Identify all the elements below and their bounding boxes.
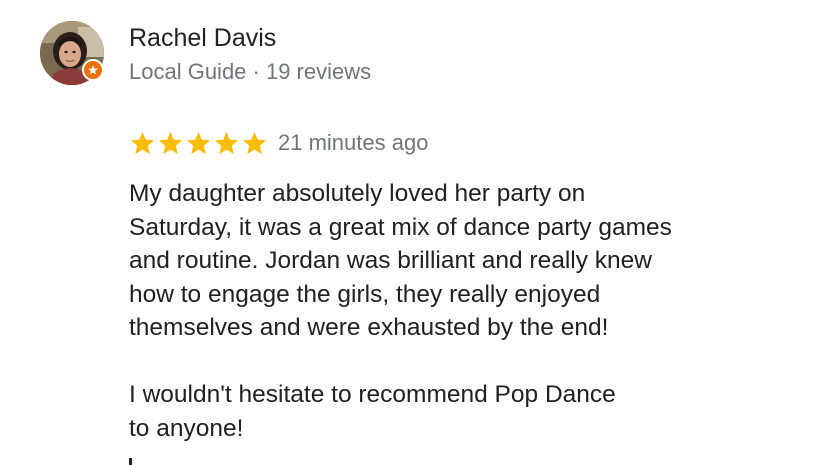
local-guide-star-icon	[82, 59, 104, 81]
rating-row: 21 minutes ago	[129, 128, 428, 158]
truncated-text-fragment	[129, 458, 132, 465]
review-time: 21 minutes ago	[278, 130, 429, 155]
review-paragraph: My daughter absolutely loved her party o…	[129, 180, 672, 341]
star-icon	[214, 131, 239, 154]
star-icon	[186, 131, 211, 154]
reviewer-meta[interactable]: Local Guide · 19 reviews	[129, 59, 371, 85]
review-paragraph: I wouldn't hesitate to recommend Pop Dan…	[129, 381, 616, 442]
review-card: Rachel Davis Local Guide · 19 reviews 21…	[0, 0, 828, 465]
reviewer-avatar[interactable]	[40, 21, 104, 85]
star-rating	[129, 130, 268, 157]
star-icon	[130, 131, 155, 154]
star-icon	[158, 131, 183, 154]
review-text: My daughter absolutely loved her party o…	[129, 177, 809, 445]
star-icon	[242, 131, 267, 154]
reviewer-name[interactable]: Rachel Davis	[129, 24, 276, 53]
